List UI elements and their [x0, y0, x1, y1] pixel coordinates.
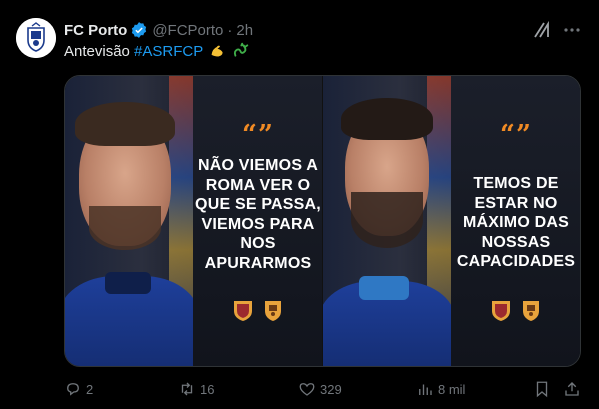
- share-button[interactable]: [563, 379, 581, 399]
- action-bar: 2 16 329 8 mil: [64, 379, 581, 399]
- quote-card-1: “” NÃO VIEMOS A ROMA VER O QUE SE PASSA,…: [193, 76, 322, 366]
- fc-porto-crest-icon: [523, 301, 539, 321]
- fc-porto-crest-icon: [265, 301, 281, 321]
- club-badges: [193, 298, 322, 322]
- like-button[interactable]: 329: [298, 379, 342, 399]
- bookmark-button[interactable]: [533, 379, 551, 399]
- quote-marks: “”: [500, 120, 532, 150]
- media-image-2[interactable]: “” TEMOS DE ESTAR NO MÁXIMO DAS NOSSAS C…: [323, 76, 580, 366]
- as-roma-crest-icon: [234, 301, 252, 321]
- quote-text: NÃO VIEMOS A ROMA VER O QUE SE PASSA, VI…: [195, 157, 321, 272]
- media-grid[interactable]: “” NÃO VIEMOS A ROMA VER O QUE SE PASSA,…: [64, 75, 581, 367]
- repost-button[interactable]: 16: [178, 379, 214, 399]
- separator-dot: ·: [227, 21, 233, 39]
- hashtag-link[interactable]: #ASRFCP: [134, 43, 203, 60]
- repost-icon: [181, 382, 193, 396]
- share-icon: [565, 382, 579, 396]
- fc-porto-crest-icon: [16, 18, 56, 58]
- verified-badge-icon: [132, 22, 147, 38]
- reply-icon: [67, 383, 79, 396]
- bookmark-icon: [536, 381, 548, 398]
- dragon-icon: [234, 42, 249, 57]
- repost-count: 16: [200, 381, 215, 397]
- heart-icon: [299, 383, 315, 396]
- tweet-text-body: Antevisão: [64, 43, 130, 60]
- as-roma-crest-icon: [492, 301, 510, 321]
- views-icon: [419, 384, 432, 395]
- grok-icon[interactable]: [532, 20, 552, 40]
- timestamp[interactable]: 2h: [236, 22, 253, 39]
- tweet-text: Antevisão #ASRFCP: [64, 42, 249, 62]
- player-photo-1: [65, 76, 193, 366]
- like-count: 329: [320, 381, 342, 397]
- views-button[interactable]: 8 mil: [416, 379, 465, 399]
- player-photo-2: [323, 76, 451, 366]
- tweet[interactable]: FC Porto @FCPorto · 2h Antevisão #ASRFCP: [0, 0, 599, 409]
- avatar[interactable]: [16, 18, 56, 58]
- media-image-1[interactable]: “” NÃO VIEMOS A ROMA VER O QUE SE PASSA,…: [65, 76, 322, 366]
- quote-card-2: “” TEMOS DE ESTAR NO MÁXIMO DAS NOSSAS C…: [451, 76, 580, 366]
- quote-text: TEMOS DE ESTAR NO MÁXIMO DAS NOSSAS CAPA…: [456, 175, 576, 270]
- reply-count: 2: [86, 381, 94, 397]
- reply-button[interactable]: 2: [64, 379, 93, 399]
- quote-marks: “”: [242, 120, 274, 150]
- club-badges: [451, 298, 580, 322]
- handle[interactable]: @FCPorto: [152, 22, 223, 39]
- tweet-header: FC Porto @FCPorto · 2h: [64, 20, 253, 40]
- more-icon[interactable]: [562, 20, 582, 40]
- flexed-biceps-icon: [211, 45, 223, 57]
- display-name[interactable]: FC Porto: [64, 22, 127, 39]
- views-count: 8 mil: [438, 381, 466, 397]
